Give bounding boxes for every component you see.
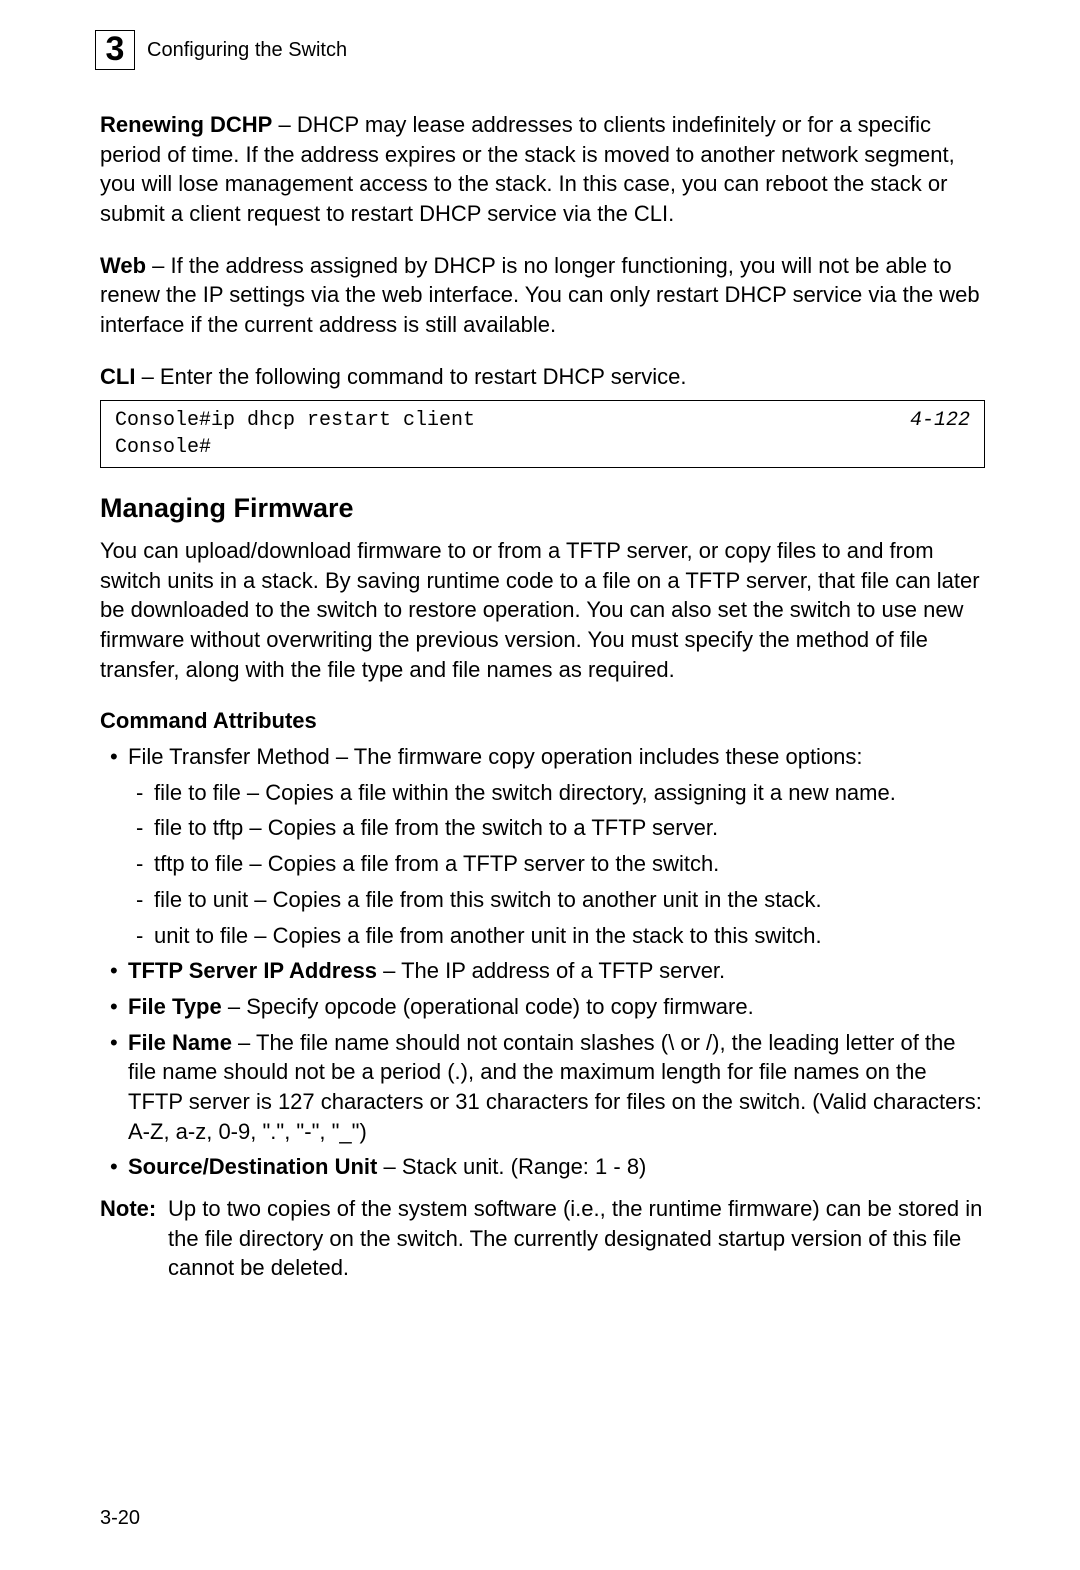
tftp-label: TFTP Server IP Address (128, 958, 377, 983)
sdu-text: – Stack unit. (Range: 1 - 8) (377, 1154, 646, 1179)
command-attributes-heading: Command Attributes (100, 706, 985, 736)
chapter-title: Configuring the Switch (147, 37, 347, 64)
tftp-text: – The IP address of a TFTP server. (377, 958, 725, 983)
note: Note: Up to two copies of the system sof… (100, 1194, 985, 1283)
ftm-options: file to file – Copies a file within the … (128, 778, 985, 950)
cli-code: Console#ip dhcp restart client Console# (115, 407, 475, 461)
chapter-number-box: 3 (95, 30, 135, 70)
attr-source-dest-unit: Source/Destination Unit – Stack unit. (R… (128, 1152, 985, 1182)
attr-file-type: File Type – Specify opcode (operational … (128, 992, 985, 1022)
ftm-option: unit to file – Copies a file from anothe… (154, 921, 985, 951)
document-page: 3 Configuring the Switch Renewing DCHP –… (0, 0, 1080, 1283)
attr-file-name: File Name – The file name should not con… (128, 1028, 985, 1147)
attr-file-transfer-method: File Transfer Method – The firmware copy… (128, 742, 985, 950)
paragraph-renewing: Renewing DCHP – DHCP may lease addresses… (100, 110, 985, 229)
ftm-option: tftp to file – Copies a file from a TFTP… (154, 849, 985, 879)
sdu-label: Source/Destination Unit (128, 1154, 377, 1179)
cli-code-box: Console#ip dhcp restart client Console# … (100, 400, 985, 468)
filetype-text: – Specify opcode (operational code) to c… (222, 994, 754, 1019)
filename-text: – The file name should not contain slash… (128, 1030, 982, 1144)
paragraph-cli: CLI – Enter the following command to res… (100, 362, 985, 392)
section-heading: Managing Firmware (100, 490, 985, 526)
web-text: – If the address assigned by DHCP is no … (100, 253, 980, 337)
page-header: 3 Configuring the Switch (95, 30, 985, 70)
renewing-label: Renewing DCHP (100, 112, 272, 137)
section-intro: You can upload/download firmware to or f… (100, 536, 985, 684)
filename-label: File Name (128, 1030, 232, 1055)
paragraph-web: Web – If the address assigned by DHCP is… (100, 251, 985, 340)
attribute-list: File Transfer Method – The firmware copy… (100, 742, 985, 1182)
chapter-number: 3 (106, 27, 125, 73)
cli-label: CLI (100, 364, 135, 389)
cli-text: – Enter the following command to restart… (135, 364, 686, 389)
note-text: Up to two copies of the system software … (164, 1194, 985, 1283)
attr-tftp-ip: TFTP Server IP Address – The IP address … (128, 956, 985, 986)
page-number: 3-20 (100, 1505, 140, 1532)
note-label: Note: (100, 1194, 164, 1283)
ftm-option: file to unit – Copies a file from this s… (154, 885, 985, 915)
cli-reference: 4-122 (890, 407, 970, 434)
filetype-label: File Type (128, 994, 222, 1019)
ftm-text: File Transfer Method – The firmware copy… (128, 744, 863, 769)
ftm-option: file to tftp – Copies a file from the sw… (154, 813, 985, 843)
web-label: Web (100, 253, 146, 278)
ftm-option: file to file – Copies a file within the … (154, 778, 985, 808)
